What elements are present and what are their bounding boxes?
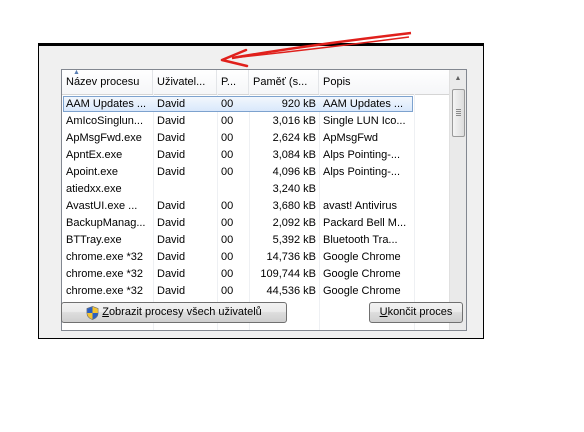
annotation-arrow-icon bbox=[220, 31, 412, 68]
